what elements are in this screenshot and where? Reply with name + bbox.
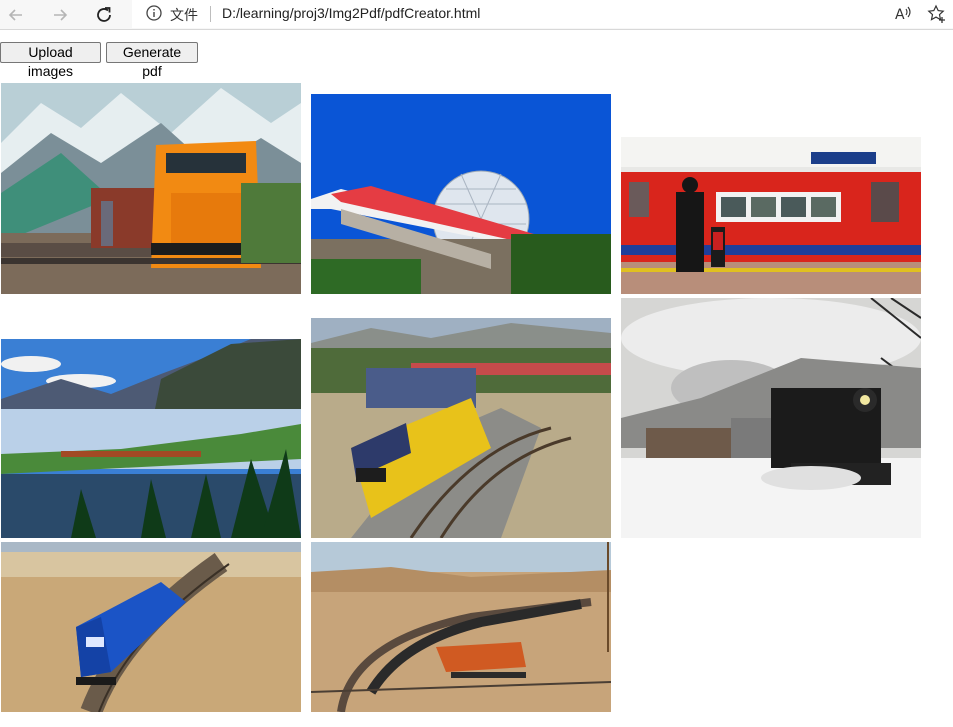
generate-pdf-button[interactable]: Generate pdf [106, 42, 198, 79]
gallery-image [1, 83, 301, 294]
info-icon[interactable] [145, 4, 163, 22]
address-divider [210, 6, 211, 22]
back-arrow-icon[interactable] [3, 2, 29, 28]
gallery-image [311, 318, 611, 538]
forward-arrow-icon[interactable] [47, 2, 73, 28]
gallery-image [311, 542, 611, 712]
scheme-label: 文件 [170, 8, 198, 24]
gallery-image [621, 298, 921, 538]
svg-text:A: A [895, 7, 905, 23]
upload-images-button[interactable]: Upload images [0, 42, 101, 79]
gallery-image [621, 137, 921, 294]
add-favorite-icon[interactable] [926, 3, 948, 25]
read-aloud-icon[interactable]: A [892, 3, 914, 25]
gallery-image [1, 542, 301, 712]
gallery-image [311, 94, 611, 294]
refresh-icon[interactable] [91, 2, 117, 28]
url-text[interactable]: D:/learning/proj3/Img2Pdf/pdfCreator.htm… [222, 5, 480, 21]
browser-toolbar: 文件 D:/learning/proj3/Img2Pdf/pdfCreator.… [0, 0, 953, 30]
gallery-image [1, 339, 301, 538]
